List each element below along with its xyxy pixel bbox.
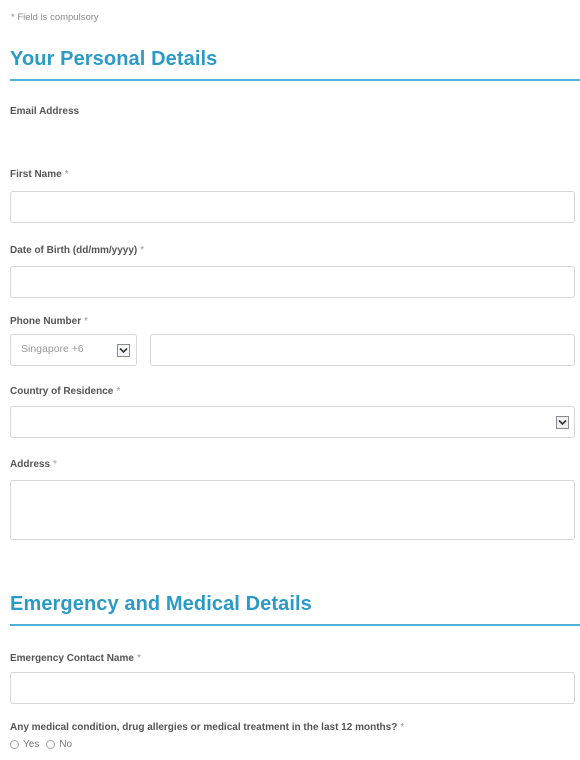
chevron-down-icon[interactable]: [117, 344, 130, 357]
radio-yes-label[interactable]: Yes: [23, 739, 39, 750]
address-textarea[interactable]: [10, 480, 575, 540]
country-label: Country of Residence *: [10, 386, 121, 397]
chevron-down-icon[interactable]: [556, 416, 569, 429]
first-name-label: First Name *: [10, 169, 69, 180]
emergency-contact-input[interactable]: [10, 672, 575, 704]
phone-number-input[interactable]: [150, 334, 575, 366]
dob-input[interactable]: [10, 266, 575, 298]
radio-no[interactable]: [46, 740, 56, 749]
country-select[interactable]: [10, 406, 575, 438]
radio-yes[interactable]: [10, 740, 19, 749]
phone-country-code-select[interactable]: Singapore +6: [10, 334, 137, 366]
radio-no-label[interactable]: No: [59, 739, 72, 750]
phone-country-code-value: Singapore +6: [21, 343, 84, 355]
section-title-emergency: Emergency and Medical Details: [10, 593, 312, 615]
section-divider: [10, 624, 580, 626]
emergency-contact-label: Emergency Contact Name *: [10, 653, 141, 664]
address-label: Address *: [10, 459, 57, 470]
section-divider: [10, 79, 580, 81]
medical-radio-group: Yes No: [10, 739, 79, 750]
medical-question-label: Any medical condition, drug allergies or…: [10, 722, 405, 733]
compulsory-note: * Field is compulsory: [11, 12, 99, 23]
section-title-personal: Your Personal Details: [10, 48, 218, 70]
phone-label: Phone Number *: [10, 316, 89, 327]
first-name-input[interactable]: [10, 191, 575, 223]
email-label: Email Address: [10, 106, 80, 117]
dob-label: Date of Birth (dd/mm/yyyy) *: [10, 245, 145, 256]
